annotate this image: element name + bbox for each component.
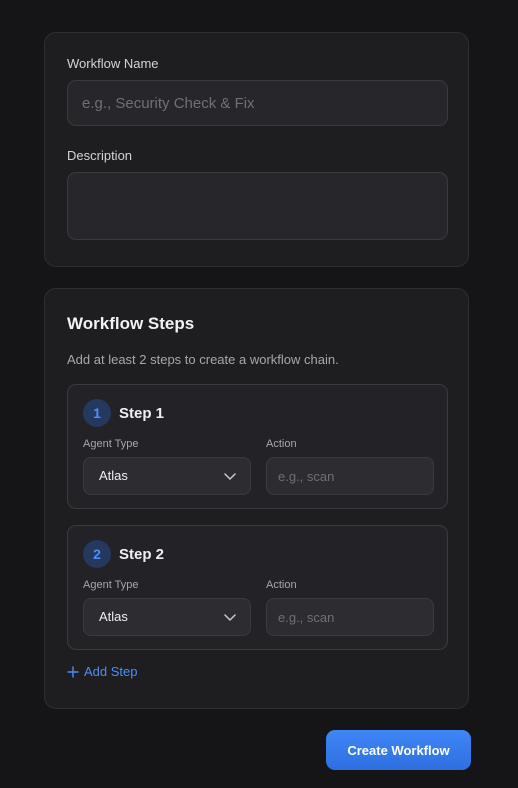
add-step-button[interactable]: Add Step bbox=[67, 664, 138, 679]
step-number-badge: 2 bbox=[83, 540, 111, 568]
agent-type-select[interactable]: Atlas bbox=[83, 457, 251, 495]
chevron-down-icon bbox=[224, 473, 236, 480]
action-label: Action bbox=[266, 438, 297, 450]
workflow-steps-hint: Add at least 2 steps to create a workflo… bbox=[67, 352, 339, 367]
workflow-steps-card: Workflow Steps Add at least 2 steps to c… bbox=[44, 288, 469, 709]
agent-type-label: Agent Type bbox=[83, 438, 139, 450]
action-input[interactable] bbox=[266, 598, 434, 636]
step-title: Step 2 bbox=[119, 546, 165, 563]
step-card-2: 2 Step 2 Agent Type Action Atlas bbox=[67, 525, 448, 650]
workflow-details-card: Workflow Name Description bbox=[44, 32, 469, 267]
workflow-steps-title: Workflow Steps bbox=[67, 314, 195, 333]
description-textarea[interactable] bbox=[67, 172, 448, 240]
action-label: Action bbox=[266, 579, 297, 591]
step-card-1: 1 Step 1 Agent Type Action Atlas bbox=[67, 384, 448, 509]
workflow-name-input[interactable] bbox=[67, 80, 448, 126]
plus-icon bbox=[67, 665, 79, 678]
chevron-down-icon bbox=[224, 614, 236, 621]
agent-type-value: Atlas bbox=[99, 609, 128, 624]
create-workflow-button[interactable]: Create Workflow bbox=[326, 730, 471, 770]
step-number-badge: 1 bbox=[83, 399, 111, 427]
workflow-name-label: Workflow Name bbox=[67, 56, 159, 71]
action-input[interactable] bbox=[266, 457, 434, 495]
add-step-label: Add Step bbox=[84, 664, 138, 679]
agent-type-select[interactable]: Atlas bbox=[83, 598, 251, 636]
workflow-form-page: Workflow Name Description Workflow Steps… bbox=[0, 0, 518, 788]
step-title: Step 1 bbox=[119, 405, 165, 422]
description-label: Description bbox=[67, 148, 133, 163]
agent-type-value: Atlas bbox=[99, 468, 128, 483]
agent-type-label: Agent Type bbox=[83, 579, 139, 591]
